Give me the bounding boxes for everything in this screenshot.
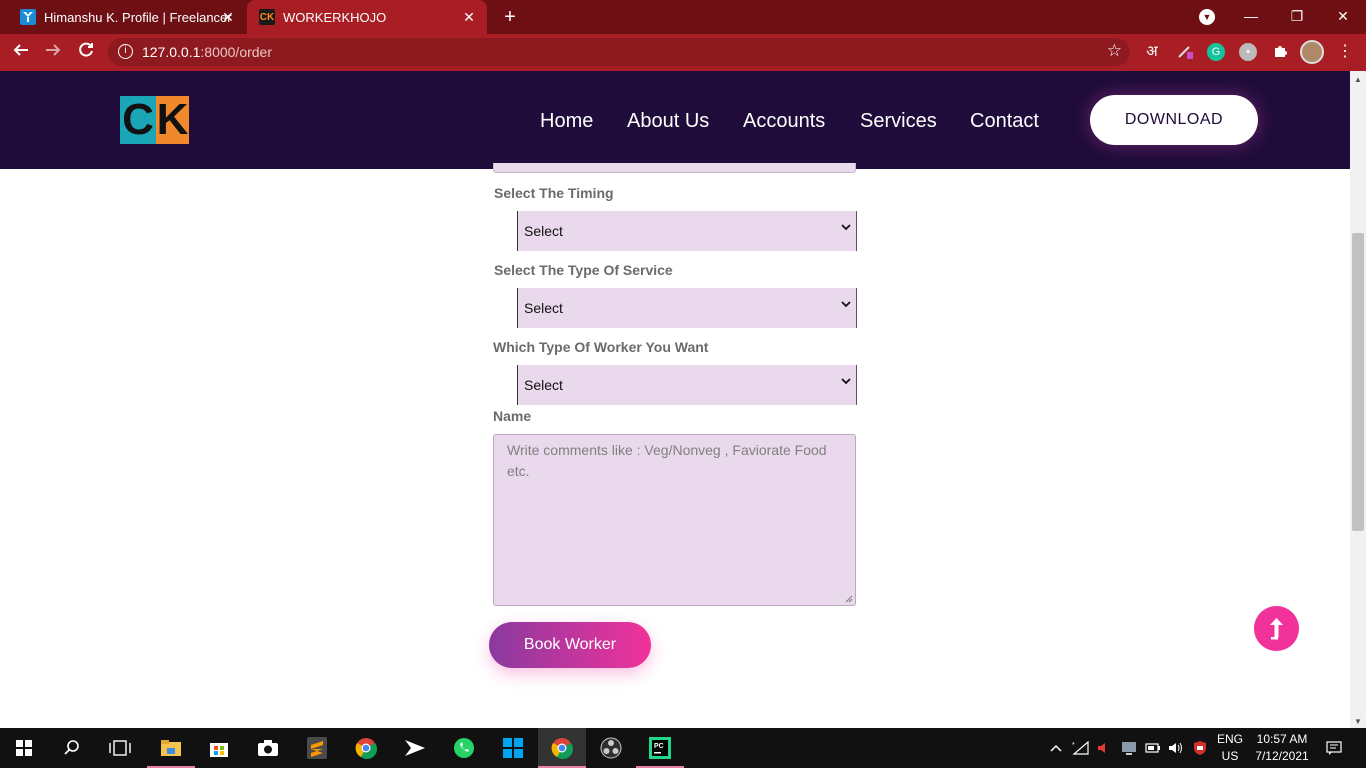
svg-text:*: * xyxy=(1072,742,1075,749)
arrow-up-icon xyxy=(1270,618,1283,640)
worker-select[interactable]: Select xyxy=(517,365,857,405)
file-explorer-icon[interactable] xyxy=(147,728,195,768)
minimize-icon[interactable]: — xyxy=(1228,0,1274,34)
browser-tab-freelancer[interactable]: Himanshu K. Profile | Freelancer ✕ xyxy=(0,0,246,34)
chevron-down-icon xyxy=(841,301,851,308)
chrome-active-icon[interactable] xyxy=(538,728,586,768)
order-form: Select The Timing Select Select The Type… xyxy=(0,163,1350,728)
new-tab-icon[interactable]: + xyxy=(498,5,522,29)
taskbar-clock[interactable]: 10:57 AM 7/12/2021 xyxy=(1250,731,1314,765)
scroll-to-top-button[interactable] xyxy=(1254,606,1299,651)
pycharm-icon[interactable]: PC xyxy=(636,728,684,768)
chevron-down-icon xyxy=(841,378,851,385)
worker-select-value: Select xyxy=(524,377,563,393)
display-icon[interactable] xyxy=(1118,728,1140,768)
browser-tab-workerkhojo[interactable]: CK WORKERKHOJO ✕ xyxy=(247,0,487,34)
timing-select[interactable]: Select xyxy=(517,211,857,251)
resize-grip-icon[interactable] xyxy=(845,595,853,603)
bookmark-star-icon[interactable]: ☆ xyxy=(1107,41,1122,61)
ck-logo-icon: CK xyxy=(259,9,275,25)
site-logo[interactable]: C K xyxy=(120,96,189,144)
restore-icon[interactable]: ❐ xyxy=(1274,0,1320,34)
comments-placeholder: Write comments like : Veg/Nonveg , Favio… xyxy=(507,442,827,479)
security-shield-icon[interactable] xyxy=(1190,728,1210,768)
timing-label: Select The Timing xyxy=(494,185,614,201)
forward-arrow-icon[interactable] xyxy=(40,40,66,66)
camera-app-icon[interactable] xyxy=(244,728,292,768)
menu-kebab-icon[interactable]: ⋮ xyxy=(1336,43,1354,61)
profile-avatar[interactable] xyxy=(1300,40,1324,64)
extension-circle-icon[interactable]: • xyxy=(1239,43,1257,61)
previous-field-edge[interactable] xyxy=(493,163,856,173)
page-scrollbar[interactable]: ▲ ▼ xyxy=(1350,71,1366,728)
service-select[interactable]: Select xyxy=(517,288,857,328)
nav-home[interactable]: Home xyxy=(540,109,593,133)
svg-text:PC: PC xyxy=(654,743,664,750)
whatsapp-icon[interactable] xyxy=(440,728,488,768)
download-button[interactable]: DOWNLOAD xyxy=(1090,95,1258,145)
scroll-up-icon[interactable]: ▲ xyxy=(1354,75,1362,84)
close-icon[interactable]: ✕ xyxy=(220,9,236,26)
site-info-icon[interactable]: i xyxy=(118,44,133,59)
nav-contact[interactable]: Contact xyxy=(970,109,1039,133)
worker-label: Which Type Of Worker You Want xyxy=(493,339,709,355)
wifi-icon[interactable]: * xyxy=(1070,728,1092,768)
reload-icon[interactable] xyxy=(73,40,99,66)
grammarly-icon[interactable]: G xyxy=(1207,43,1225,61)
sublime-text-icon[interactable] xyxy=(293,728,341,768)
search-icon[interactable] xyxy=(48,728,96,768)
freelancer-icon xyxy=(20,9,36,25)
browser-toolbar: i 127.0.0.1:8000/order ☆ अ G • ⋮ xyxy=(0,34,1366,71)
site-header: C K Home About Us Accounts Services Cont… xyxy=(0,71,1350,169)
volume-muted-icon[interactable] xyxy=(1094,728,1114,768)
notifications-icon[interactable] xyxy=(1320,728,1348,768)
nav-accounts[interactable]: Accounts xyxy=(743,109,825,133)
battery-icon[interactable] xyxy=(1143,728,1163,768)
browser-tabbar: Himanshu K. Profile | Freelancer ✕ CK WO… xyxy=(0,0,1366,34)
window-close-icon[interactable]: ✕ xyxy=(1320,0,1366,34)
windows-taskbar: PC * ENG US 10:57 AM 7/12/2021 xyxy=(0,728,1366,768)
clock-date: 7/12/2021 xyxy=(1255,749,1309,763)
service-label: Select The Type Of Service xyxy=(494,262,673,278)
back-arrow-icon[interactable] xyxy=(8,40,34,66)
scrollbar-thumb[interactable] xyxy=(1352,233,1364,531)
book-worker-button[interactable]: Book Worker xyxy=(489,622,651,668)
speaker-icon[interactable] xyxy=(1166,728,1186,768)
service-select-value: Select xyxy=(524,300,563,316)
comments-textarea[interactable]: Write comments like : Veg/Nonveg , Favio… xyxy=(493,434,856,606)
obs-icon[interactable] xyxy=(587,728,635,768)
address-bar[interactable]: i 127.0.0.1:8000/order ☆ xyxy=(108,38,1130,66)
scroll-down-icon[interactable]: ▼ xyxy=(1354,717,1362,726)
timing-select-value: Select xyxy=(524,223,563,239)
nav-about-us[interactable]: About Us xyxy=(627,109,709,133)
task-view-icon[interactable] xyxy=(96,728,144,768)
chevron-down-icon xyxy=(841,224,851,231)
hindi-extension-icon[interactable]: अ xyxy=(1143,43,1161,61)
pen-extension-icon[interactable] xyxy=(1176,43,1194,61)
tab-title: WORKERKHOJO xyxy=(283,9,387,25)
media-player-icon[interactable] xyxy=(391,728,439,768)
windows-app-icon[interactable] xyxy=(489,728,537,768)
windows-start-icon[interactable] xyxy=(0,728,48,768)
screen: Himanshu K. Profile | Freelancer ✕ CK WO… xyxy=(0,0,1366,768)
nav-services[interactable]: Services xyxy=(860,109,937,133)
url-text: 127.0.0.1:8000/order xyxy=(142,44,272,60)
tab-title: Himanshu K. Profile | Freelancer xyxy=(44,9,232,25)
tab-search-icon[interactable]: ▼ xyxy=(1199,9,1215,25)
close-icon[interactable]: ✕ xyxy=(461,9,477,26)
chrome-icon[interactable] xyxy=(342,728,390,768)
store-icon[interactable] xyxy=(195,728,243,768)
name-label: Name xyxy=(493,408,532,424)
extensions-puzzle-icon[interactable] xyxy=(1271,43,1289,61)
clock-time: 10:57 AM xyxy=(1256,732,1308,746)
language-indicator[interactable]: ENG US xyxy=(1214,731,1246,765)
tray-chevron-up-icon[interactable] xyxy=(1046,728,1066,768)
